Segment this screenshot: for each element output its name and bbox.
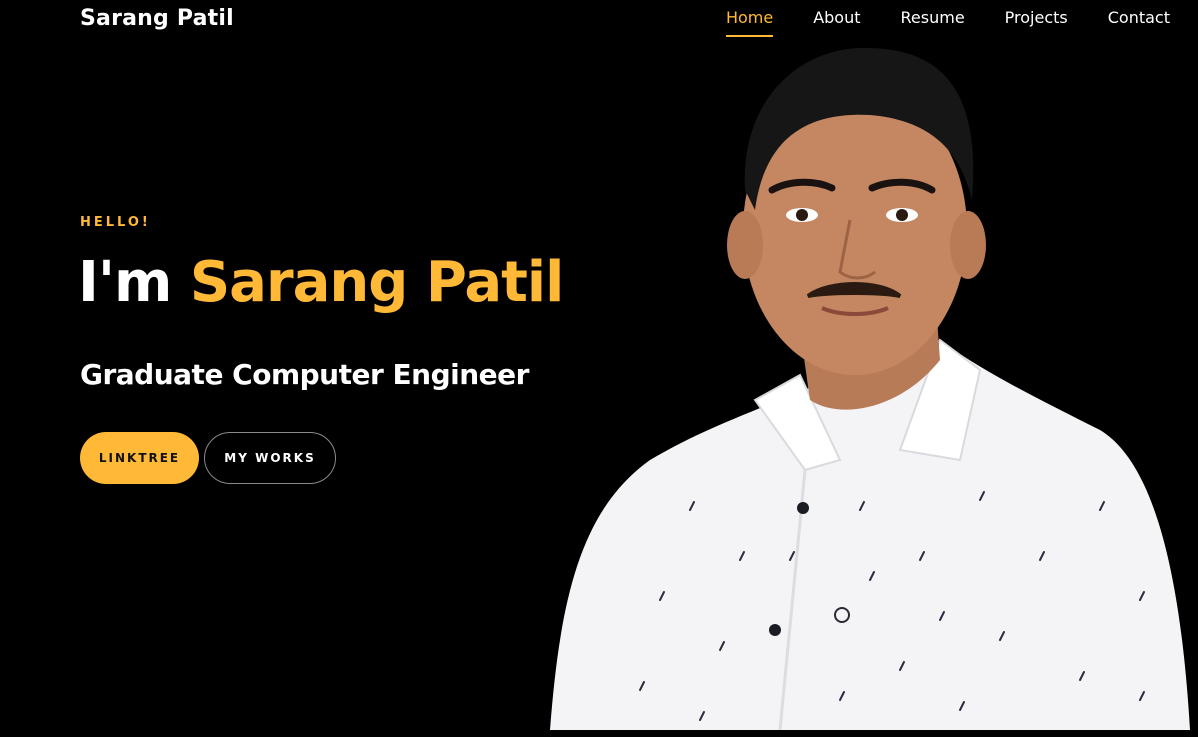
main-nav: Home About Resume Projects Contact — [686, 8, 1170, 37]
brand-logo[interactable]: Sarang Patil — [80, 6, 234, 31]
nav-item-home[interactable]: Home — [725, 8, 774, 37]
page: Sarang Patil Home About Resume Projects … — [0, 0, 1198, 737]
profile-photo — [550, 47, 1190, 731]
nav-item-projects[interactable]: Projects — [1005, 8, 1068, 35]
hero-greeting: HELLO! — [80, 215, 151, 230]
hero-name: Sarang Patil — [189, 250, 564, 315]
hero-headline: I'm Sarang Patil — [78, 250, 564, 315]
hero-intro: I'm — [78, 250, 172, 315]
nav-item-about[interactable]: About — [813, 8, 860, 35]
my-works-button[interactable]: MY WORKS — [204, 432, 336, 484]
linktree-button[interactable]: LINKTREE — [80, 432, 199, 484]
nav-item-resume[interactable]: Resume — [901, 8, 965, 35]
nav-item-contact[interactable]: Contact — [1108, 8, 1170, 35]
hero-subtitle: Graduate Computer Engineer — [80, 358, 529, 391]
